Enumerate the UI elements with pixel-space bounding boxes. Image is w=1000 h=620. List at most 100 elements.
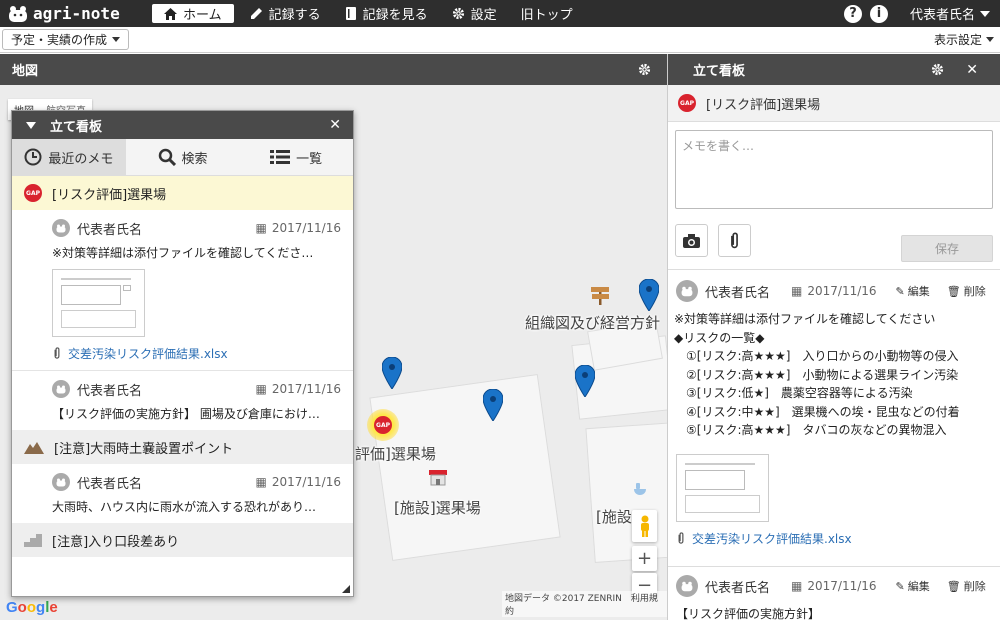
- map-label-org-chart: 組織図及び経営方針: [525, 314, 661, 332]
- board-side-panel: 立て看板 ✕ GAP [リスク評価]選果場 保存 代表者氏名 ▦ 2017/11/…: [667, 54, 1000, 620]
- calendar-icon: ▦: [255, 475, 267, 489]
- map-label-risk-eval: ク評価]選果場: [340, 445, 436, 463]
- map-settings-gear-icon[interactable]: [638, 63, 651, 76]
- nav-old-top[interactable]: 旧トップ: [509, 0, 585, 27]
- tab-list[interactable]: 一覧: [239, 139, 353, 175]
- edit-icon: ✎: [895, 579, 905, 593]
- paperclip-icon: [54, 347, 60, 359]
- edit-label: 編集: [907, 285, 930, 298]
- tab-recent-label: 最近のメモ: [48, 151, 114, 167]
- map-pin-icon[interactable]: [483, 389, 503, 421]
- map-pin-icon[interactable]: [382, 357, 402, 389]
- search-icon: [158, 148, 176, 166]
- board-tabs: 最近のメモ 検索 一覧: [12, 139, 353, 176]
- delete-button[interactable]: 🗑 削除: [947, 283, 986, 299]
- floating-board-header[interactable]: 立て看板 ✕: [12, 111, 353, 139]
- resize-handle-icon[interactable]: [342, 585, 350, 593]
- trash-icon: 🗑: [946, 284, 961, 298]
- create-plan-button[interactable]: 予定・実績の作成: [2, 29, 130, 50]
- memo-author: 代表者氏名: [77, 222, 143, 238]
- thread-entrance-step[interactable]: [注意]入り口段差あり: [12, 523, 353, 557]
- panel-thread-header: GAP [リスク評価]選果場: [668, 85, 1000, 122]
- signpost-icon[interactable]: [589, 283, 611, 305]
- thread-risk-eval[interactable]: GAP [リスク評価]選果場: [12, 176, 353, 210]
- memo-text: 大雨時、ハウス内に雨水が流入する恐れがあり…: [52, 500, 317, 514]
- tab-search[interactable]: 検索: [126, 139, 240, 175]
- action-bar: 予定・実績の作成 表示設定: [0, 27, 1000, 53]
- map-pin-icon[interactable]: [639, 279, 659, 311]
- nav-home-label: ホーム: [183, 8, 222, 23]
- edit-label: 編集: [907, 580, 930, 593]
- collapse-triangle-icon[interactable]: [26, 121, 36, 129]
- help-icon[interactable]: ?: [843, 4, 862, 23]
- nav-home[interactable]: ホーム: [152, 4, 234, 23]
- attachment-thumbnail[interactable]: [676, 453, 769, 522]
- memo-date: 2017/11/16: [807, 284, 877, 298]
- memo-line: ③[リスク:低★] 農薬空容器等による汚染: [686, 386, 913, 400]
- gap-badge: GAP: [374, 416, 392, 434]
- edit-button[interactable]: ✎ 編集: [896, 578, 930, 594]
- delete-button[interactable]: 🗑 削除: [947, 578, 986, 594]
- nav-view-records[interactable]: 記録を見る: [333, 0, 440, 27]
- user-menu[interactable]: 代表者氏名: [910, 4, 990, 23]
- nav-old-top-label: 旧トップ: [520, 8, 573, 23]
- edit-button[interactable]: ✎ 編集: [896, 283, 930, 299]
- panel-thread-title: [リスク評価]選果場: [706, 97, 821, 113]
- clock-icon: [24, 148, 42, 166]
- nav-settings[interactable]: 設定: [440, 0, 509, 27]
- memo-item[interactable]: 代表者氏名 ▦ 2017/11/16 ※対策等詳細は添付ファイルを確認してくださ……: [12, 210, 353, 371]
- memo-item[interactable]: 代表者氏名 ▦ 2017/11/16 大雨時、ハウス内に雨水が流入する恐れがあり…: [12, 464, 353, 523]
- memo-author: 代表者氏名: [705, 285, 771, 301]
- gap-marker[interactable]: GAP: [367, 409, 399, 441]
- map-pin-icon[interactable]: [575, 365, 595, 397]
- tab-recent-memos[interactable]: 最近のメモ: [12, 139, 126, 175]
- memo-line: ①[リスク:高★★★] 入り口からの小動物等の侵入: [686, 349, 959, 363]
- camera-button[interactable]: [675, 224, 708, 257]
- attachment-filename: 交差汚染リスク評価結果.xlsx: [692, 531, 852, 546]
- paperclip-icon: [731, 231, 738, 248]
- calendar-icon: ▦: [255, 221, 267, 235]
- thread-title: [注意]入り口段差あり: [52, 534, 180, 550]
- avatar-icon: [676, 280, 698, 302]
- attach-button[interactable]: [718, 224, 751, 257]
- display-settings-button[interactable]: 表示設定: [934, 31, 994, 48]
- app-logo[interactable]: agri-note: [8, 4, 148, 23]
- memo-date: 2017/11/16: [807, 579, 877, 593]
- book-icon: [345, 7, 356, 20]
- attachment-thumbnail[interactable]: [52, 269, 145, 337]
- memo-date: 2017/11/16: [271, 382, 341, 396]
- toilet-icon[interactable]: [632, 481, 648, 497]
- thread-heavy-rain[interactable]: [注意]大雨時土嚢設置ポイント: [12, 430, 353, 464]
- caret-down-icon: [986, 37, 994, 42]
- attachment-link[interactable]: 交差汚染リスク評価結果.xlsx: [676, 530, 994, 547]
- map-title: 地図: [12, 64, 39, 79]
- floating-board-panel[interactable]: 立て看板 ✕ 最近のメモ 検索 一覧 GAP [リスク評価]選果場 代表者氏名 …: [11, 110, 354, 597]
- calendar-icon: ▦: [255, 382, 267, 396]
- delete-label: 削除: [963, 580, 986, 593]
- gear-icon[interactable]: [931, 63, 944, 76]
- memo-line: ④[リスク:中★★] 選果機への埃・昆虫などの付着: [686, 404, 960, 419]
- save-label: 保存: [934, 242, 959, 256]
- facility-icon[interactable]: [428, 469, 448, 487]
- logo-text: agri-note: [33, 4, 120, 23]
- zoom-in-button[interactable]: +: [632, 546, 657, 571]
- info-icon[interactable]: i: [869, 4, 888, 23]
- memo-line: ⑤[リスク:高★★★] タバコの灰などの異物混入: [686, 423, 947, 437]
- memo-text: 【リスク評価の実施方針】 圃場及び倉庫におけ…: [52, 407, 320, 421]
- memo-input[interactable]: [675, 130, 993, 209]
- memo-author: 代表者氏名: [77, 383, 143, 399]
- street-view-pegman-icon[interactable]: [632, 510, 657, 542]
- attachment-link[interactable]: 交差汚染リスク評価結果.xlsx: [52, 345, 341, 362]
- save-button[interactable]: 保存: [901, 235, 993, 262]
- edit-icon: ✎: [895, 284, 905, 298]
- delete-label: 削除: [963, 285, 986, 298]
- memo-item[interactable]: 代表者氏名 ▦ 2017/11/16 【リスク評価の実施方針】 圃場及び倉庫におけ…: [12, 371, 353, 430]
- caret-down-icon: [980, 10, 990, 17]
- map-building: [369, 373, 561, 562]
- nav-record[interactable]: 記録する: [238, 0, 333, 27]
- close-icon[interactable]: ✕: [966, 62, 978, 78]
- mountain-icon: [24, 442, 44, 454]
- display-settings-label: 表示設定: [933, 33, 982, 47]
- close-icon[interactable]: ✕: [329, 117, 341, 133]
- floating-board-title: 立て看板: [50, 119, 103, 135]
